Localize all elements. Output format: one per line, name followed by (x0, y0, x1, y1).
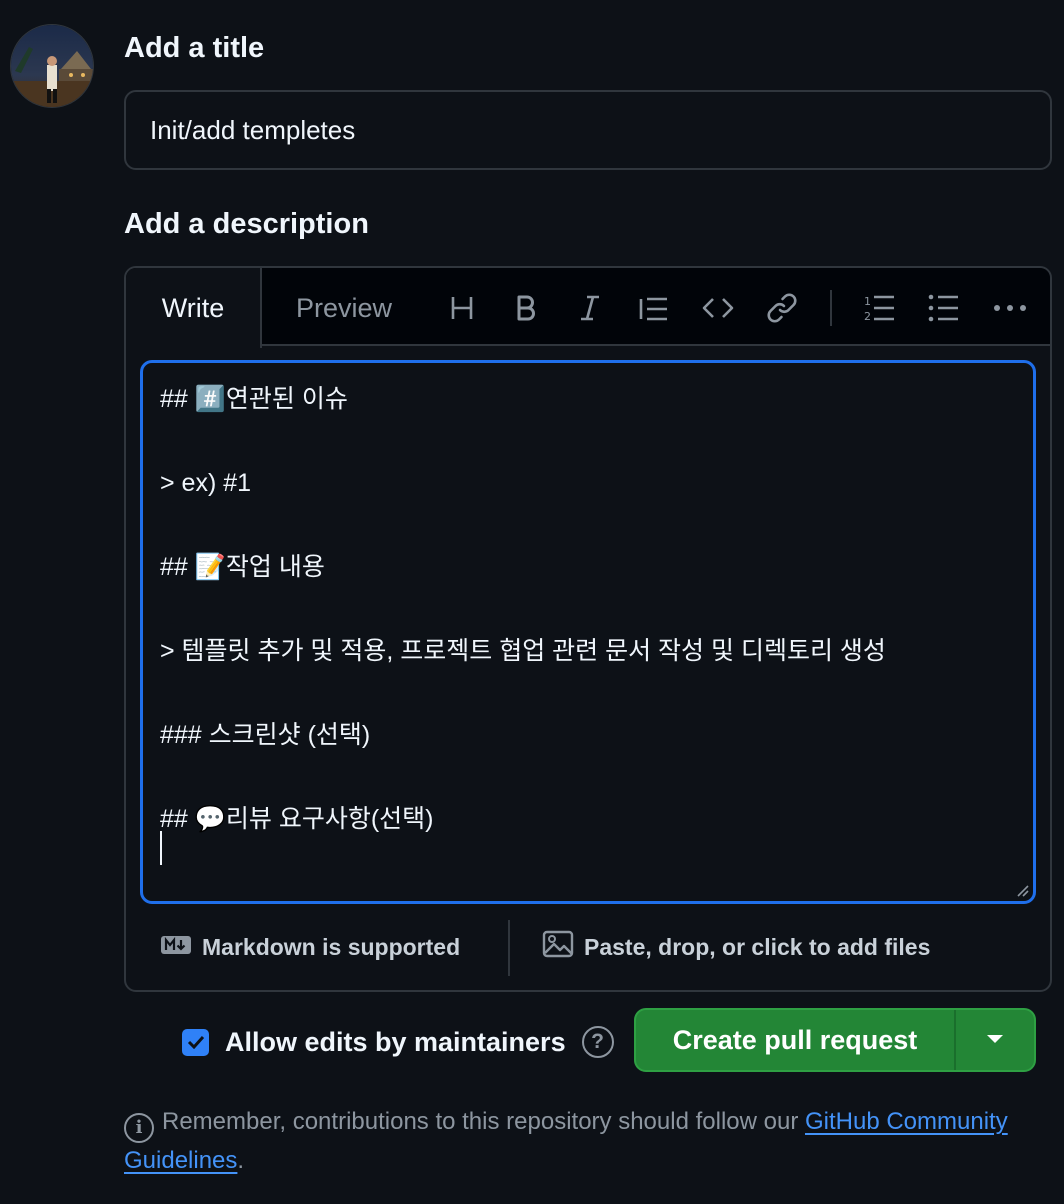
allow-edits-checkbox[interactable] (182, 1028, 209, 1056)
svg-text:1: 1 (864, 295, 871, 308)
heading-icon[interactable] (442, 288, 482, 328)
tab-write[interactable]: Write (126, 268, 262, 348)
image-icon (542, 930, 574, 964)
note-text: Remember, contributions to this reposito… (162, 1108, 805, 1135)
title-input[interactable] (124, 90, 1052, 170)
code-icon[interactable] (698, 288, 738, 328)
info-icon: i (124, 1113, 154, 1143)
description-label: Add a description (124, 208, 369, 240)
markdown-line: ## 💬리뷰 요구사항(선택) (160, 805, 434, 833)
create-pull-request-group: Create pull request (634, 1008, 1036, 1072)
toolbar-divider (830, 290, 832, 326)
resize-handle-icon[interactable] (1015, 883, 1029, 897)
markdown-supported-link[interactable]: Markdown is supported (160, 912, 460, 982)
quote-icon[interactable] (634, 288, 674, 328)
allow-edits-row: Allow edits by maintainers ? (182, 1022, 614, 1062)
more-icon[interactable] (990, 288, 1030, 328)
question-icon[interactable]: ? (581, 1026, 614, 1058)
create-options-dropdown[interactable] (956, 1010, 1034, 1070)
ordered-list-icon[interactable]: 12 (860, 288, 900, 328)
markdown-line: > 템플릿 추가 및 적용, 프로젝트 협업 관련 문서 작성 및 디렉토리 생… (160, 637, 886, 665)
description-editor: Write Preview 12 ## #️⃣연관된 이슈 > ex) #1 #… (124, 266, 1052, 992)
allow-edits-label[interactable]: Allow edits by maintainers (225, 1027, 566, 1058)
bold-icon[interactable] (506, 288, 546, 328)
italic-icon[interactable] (570, 288, 610, 328)
editor-footer: Markdown is supported Paste, drop, or cl… (126, 912, 1050, 982)
create-pull-request-button[interactable]: Create pull request (636, 1010, 956, 1070)
markdown-line: ## 📝작업 내용 (160, 553, 325, 581)
footer-divider (508, 920, 510, 976)
markdown-line: > ex) #1 (160, 469, 252, 497)
avatar[interactable] (10, 24, 94, 108)
link-icon[interactable] (762, 288, 802, 328)
tab-preview[interactable]: Preview (296, 268, 392, 346)
markdown-icon (160, 934, 192, 961)
contribution-note: i Remember, contributions to this reposit… (124, 1104, 1024, 1179)
attach-label: Paste, drop, or click to add files (584, 933, 931, 960)
markdown-line: ## #️⃣연관된 이슈 (160, 385, 348, 413)
unordered-list-icon[interactable] (924, 288, 964, 328)
editor-tabbar: Write Preview 12 (126, 268, 1050, 348)
markdown-label: Markdown is supported (202, 933, 461, 960)
title-label: Add a title (124, 32, 265, 64)
attach-files-button[interactable]: Paste, drop, or click to add files (542, 912, 930, 982)
svg-text:2: 2 (864, 310, 871, 322)
description-textarea[interactable]: ## #️⃣연관된 이슈 > ex) #1 ## 📝작업 내용 > 템플릿 추가… (140, 360, 1036, 904)
markdown-line: ### 스크린샷 (선택) (160, 721, 371, 749)
triangle-down-icon (986, 1031, 1004, 1049)
note-suffix: . (237, 1147, 245, 1174)
